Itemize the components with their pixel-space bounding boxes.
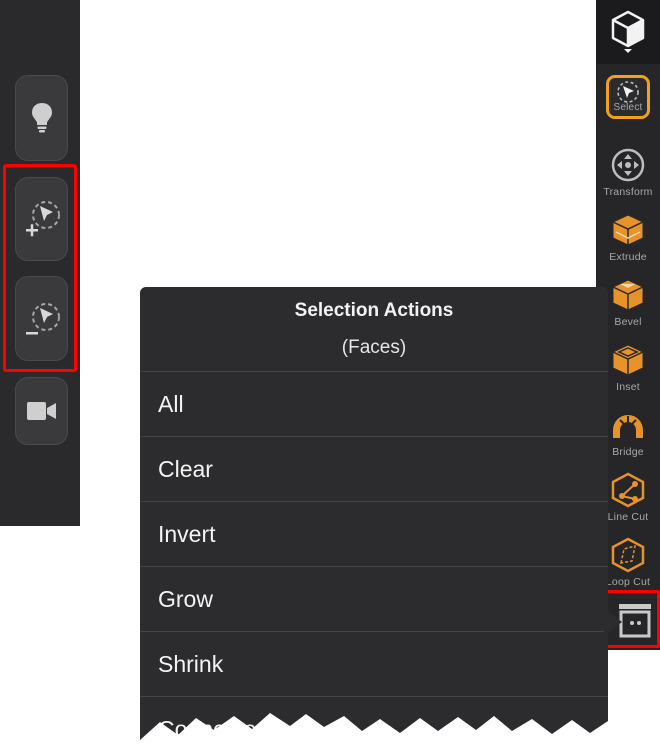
popup-title: Selection Actions — [294, 300, 454, 321]
extrude-tool-frame — [609, 211, 647, 249]
tool-bevel-label: Bevel — [614, 316, 642, 328]
popup-header: Selection Actions (Faces) — [140, 287, 608, 372]
tool-transform-label: Transform — [603, 186, 653, 198]
menu-item-clear[interactable]: Clear — [140, 437, 608, 502]
transform-tool-frame — [609, 146, 647, 184]
tool-inset-label: Inset — [616, 381, 640, 393]
menu-item-all[interactable]: All — [140, 372, 608, 437]
menu-item-invert[interactable]: Invert — [140, 502, 608, 567]
tool-select-label: Select — [613, 102, 643, 113]
inset-icon — [612, 344, 644, 376]
loop-cut-tool-frame — [609, 536, 647, 574]
bevel-icon — [612, 279, 644, 311]
bridge-tool-frame — [609, 406, 647, 444]
tool-select[interactable]: Select — [596, 66, 660, 131]
select-icon — [617, 81, 639, 103]
loop-cut-icon — [611, 537, 645, 573]
popup-pointer — [604, 608, 622, 636]
transform-icon — [611, 148, 645, 182]
tool-transform[interactable]: Transform — [596, 140, 660, 205]
line-cut-icon — [611, 472, 645, 508]
popup-subtitle: (Faces) — [341, 337, 407, 358]
tool-bridge-label: Bridge — [612, 446, 644, 458]
menu-item-connected[interactable]: Connected — [140, 697, 608, 752]
cube-icon — [611, 10, 645, 53]
selection-buttons-highlight — [3, 164, 77, 372]
tool-line-cut-label: Line Cut — [607, 511, 649, 523]
tool-extrude-label: Extrude — [609, 251, 647, 263]
camera-button[interactable] — [15, 377, 68, 445]
object-mode-button[interactable] — [596, 0, 660, 64]
tool-loop-cut-label: Loop Cut — [605, 576, 651, 588]
extrude-icon — [612, 214, 644, 246]
inset-tool-frame — [609, 341, 647, 379]
line-cut-tool-frame — [609, 471, 647, 509]
tool-extrude[interactable]: Extrude — [596, 205, 660, 270]
bevel-tool-frame — [609, 276, 647, 314]
lightbulb-icon — [31, 103, 52, 133]
select-tool-frame: Select — [606, 75, 650, 119]
selection-actions-popup: Selection Actions (Faces) All Clear Inve… — [140, 287, 608, 752]
menu-item-grow[interactable]: Grow — [140, 567, 608, 632]
bridge-icon — [613, 415, 643, 438]
camera-icon — [26, 402, 56, 420]
lighting-button[interactable] — [15, 75, 68, 161]
menu-item-shrink[interactable]: Shrink — [140, 632, 608, 697]
